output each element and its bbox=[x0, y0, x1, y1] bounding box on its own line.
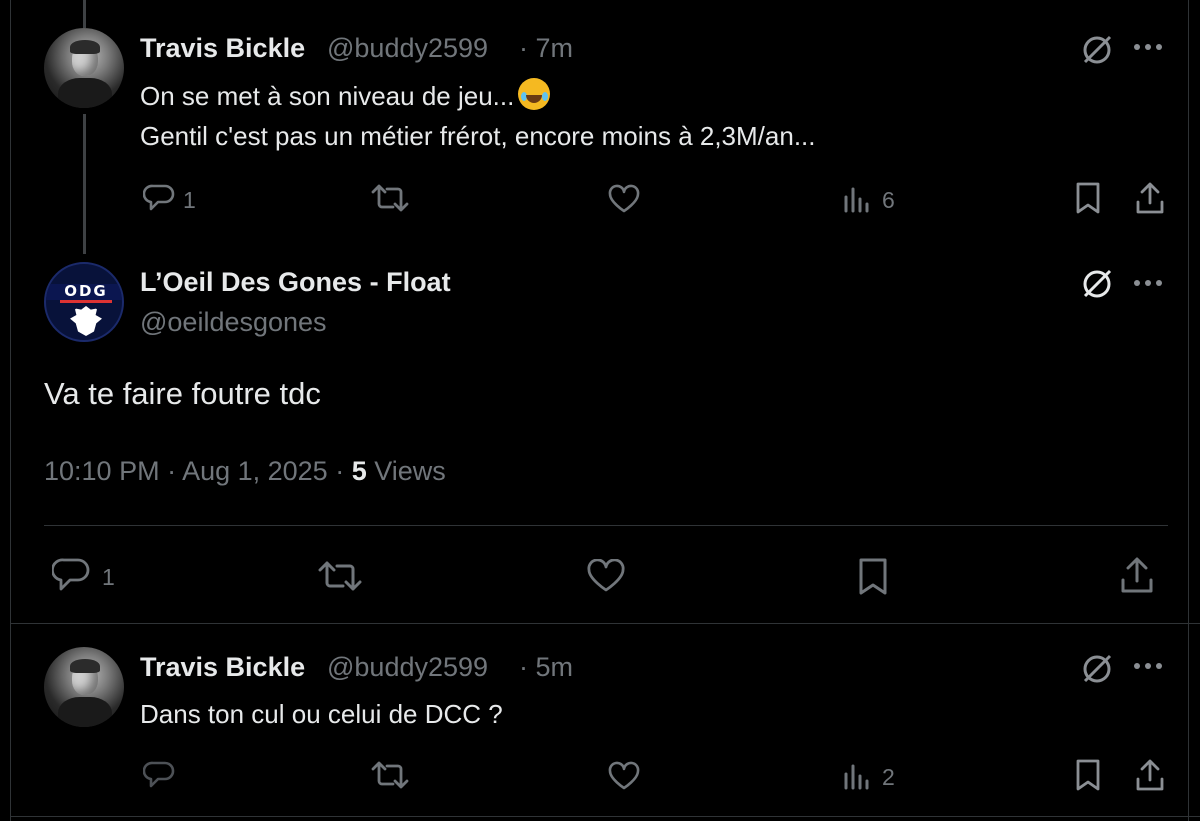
timestamp-text[interactable]: 10:10 PM · Aug 1, 2025 · bbox=[44, 456, 352, 486]
avatar[interactable] bbox=[44, 28, 124, 108]
retweet-icon[interactable] bbox=[371, 182, 409, 214]
tweet-text: Va te faire foutre tdc bbox=[44, 376, 321, 411]
timeline-border-left bbox=[10, 0, 11, 821]
grok-icon[interactable] bbox=[1080, 267, 1114, 301]
like-icon[interactable] bbox=[586, 559, 626, 593]
divider bbox=[44, 525, 1168, 526]
more-icon[interactable] bbox=[1132, 661, 1164, 671]
tweet-time[interactable]: · 5m bbox=[519, 652, 573, 683]
views-icon[interactable] bbox=[843, 185, 871, 213]
divider bbox=[10, 816, 1200, 817]
author-name[interactable]: Travis Bickle bbox=[140, 652, 305, 683]
reply-count[interactable]: 1 bbox=[102, 564, 115, 591]
thread-connector bbox=[83, 114, 86, 254]
grok-icon[interactable] bbox=[1080, 33, 1114, 67]
tweet-text: Dans ton cul ou celui de DCC ? bbox=[140, 699, 503, 729]
retweet-icon[interactable] bbox=[318, 558, 362, 594]
avatar-logo-text: ODG bbox=[64, 282, 108, 300]
views-label: Views bbox=[366, 456, 446, 486]
tweet-text-line: On se met à son niveau de jeu... bbox=[140, 77, 551, 115]
avatar[interactable] bbox=[44, 647, 124, 727]
avatar[interactable]: ODG bbox=[44, 262, 124, 342]
reply-count[interactable]: 1 bbox=[183, 187, 196, 214]
grok-icon[interactable] bbox=[1080, 652, 1114, 686]
more-icon[interactable] bbox=[1132, 42, 1164, 52]
author-name[interactable]: Travis Bickle bbox=[140, 33, 305, 64]
divider bbox=[10, 623, 1200, 624]
reply-icon[interactable] bbox=[143, 183, 175, 213]
tweet-time[interactable]: · 7m bbox=[519, 33, 573, 64]
views-count[interactable]: 6 bbox=[882, 187, 895, 214]
author-handle[interactable]: @buddy2599 bbox=[327, 652, 488, 683]
share-icon[interactable] bbox=[1134, 181, 1166, 215]
reply-icon[interactable] bbox=[143, 760, 175, 790]
more-icon[interactable] bbox=[1132, 278, 1164, 288]
retweet-icon[interactable] bbox=[371, 759, 409, 791]
share-icon[interactable] bbox=[1119, 556, 1155, 594]
tweet-timestamp[interactable]: 10:10 PM · Aug 1, 2025 · 5 Views bbox=[44, 456, 446, 487]
bookmark-icon[interactable] bbox=[1074, 181, 1102, 215]
views-icon[interactable] bbox=[843, 762, 871, 790]
like-icon[interactable] bbox=[607, 184, 641, 214]
views-number: 5 bbox=[351, 456, 367, 486]
views-count[interactable]: 2 bbox=[882, 764, 895, 791]
like-icon[interactable] bbox=[607, 761, 641, 791]
author-name[interactable]: L’Oeil Des Gones - Float bbox=[140, 267, 451, 298]
share-icon[interactable] bbox=[1134, 758, 1166, 792]
tweet-text: On se met à son niveau de jeu... bbox=[140, 81, 515, 111]
author-handle[interactable]: @buddy2599 bbox=[327, 33, 488, 64]
author-handle[interactable]: @oeildesgones bbox=[140, 307, 327, 338]
timeline-border-right bbox=[1188, 0, 1189, 821]
reply-icon[interactable] bbox=[52, 557, 90, 593]
bookmark-icon[interactable] bbox=[857, 557, 889, 597]
tweet-text: Gentil c'est pas un métier frérot, encor… bbox=[140, 121, 816, 151]
bookmark-icon[interactable] bbox=[1074, 758, 1102, 792]
emoji-rolling-laughing bbox=[518, 78, 551, 110]
thread-connector bbox=[83, 0, 86, 28]
